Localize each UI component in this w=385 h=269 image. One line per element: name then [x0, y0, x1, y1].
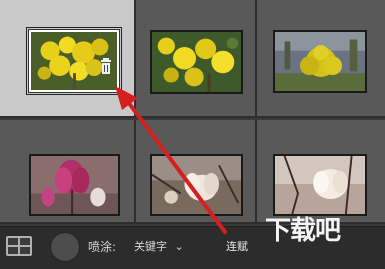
grid-view-icon[interactable]	[6, 236, 32, 256]
connect-label[interactable]: 连赋	[226, 238, 248, 254]
spray-toggle-button[interactable]	[50, 232, 80, 262]
watermark-text: 下载吧	[265, 216, 341, 246]
photo-thumbnail-yellow-bush[interactable]	[273, 30, 367, 93]
photo-cell-3[interactable]	[257, 0, 385, 118]
spray-label: 喷涂:	[88, 240, 117, 254]
trash-icon[interactable]	[100, 58, 112, 74]
photo-cell-2[interactable]	[136, 0, 257, 118]
chevron-down-icon: ⌄	[174, 240, 184, 253]
photo-cell-4[interactable]	[0, 120, 136, 224]
keyword-dropdown[interactable]: 关键字 ⌄	[134, 238, 184, 254]
photo-thumbnail-magnolia-white-2[interactable]	[273, 154, 367, 216]
photo-thumbnail-magnolia-pink[interactable]	[29, 154, 120, 216]
photo-grid	[0, 0, 385, 226]
photo-cell-6[interactable]	[257, 120, 385, 224]
photo-cell-5[interactable]	[136, 120, 257, 224]
keyword-dropdown-label: 关键字	[134, 240, 167, 253]
photo-thumbnail-yellow-flowers-2[interactable]	[150, 30, 243, 94]
photo-cell-1[interactable]	[0, 0, 136, 118]
photo-thumbnail-magnolia-white-1[interactable]	[150, 154, 243, 216]
